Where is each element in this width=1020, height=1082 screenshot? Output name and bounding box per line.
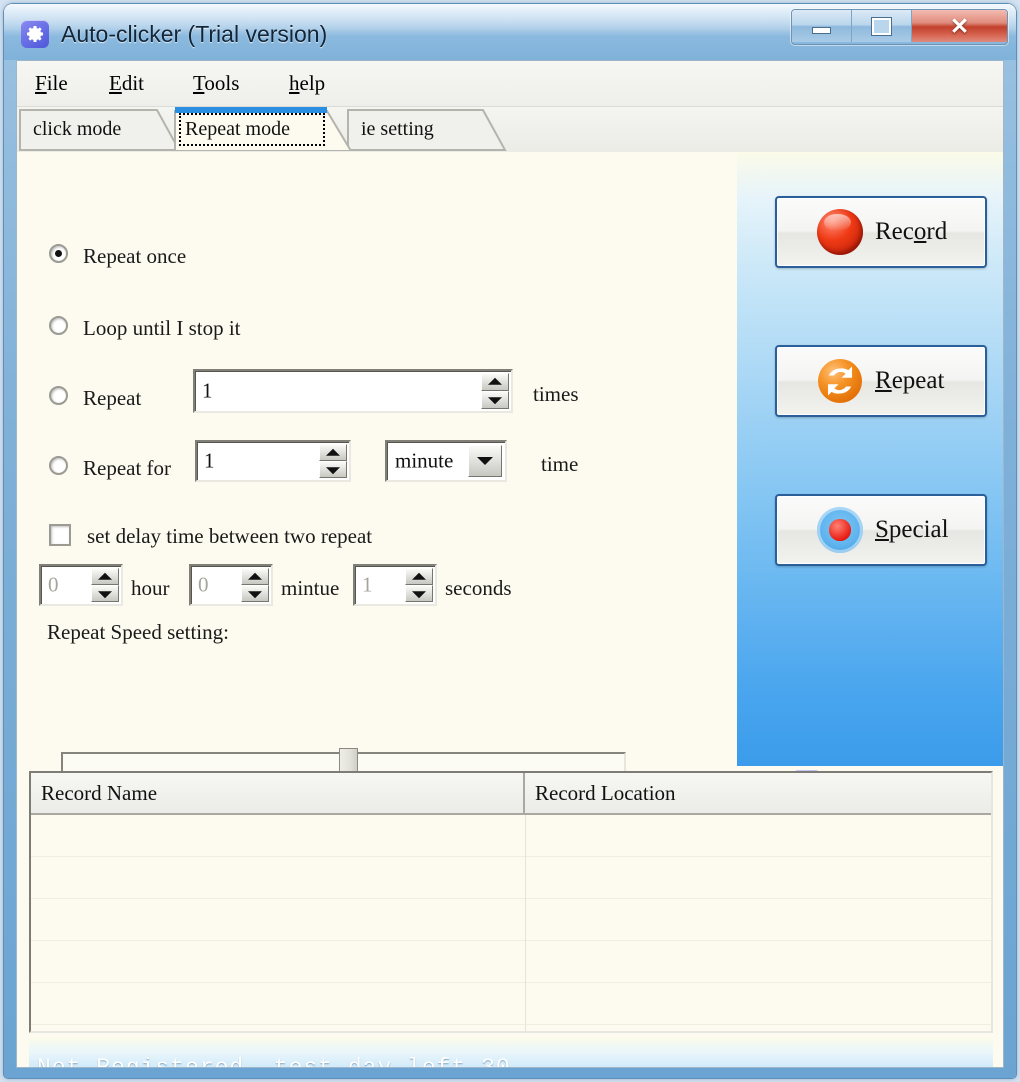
delay-hour-value: 0 [48, 572, 59, 597]
repeat-for-value: 1 [204, 448, 215, 473]
radio-label: Repeat for [83, 456, 172, 480]
application-window: Auto-clicker (Trial version) ✕ File Edit… [4, 4, 1016, 1078]
maximize-button[interactable] [852, 10, 912, 42]
repeat-for-suffix-label: time [541, 452, 579, 476]
spinner-up-button[interactable] [405, 568, 433, 585]
repeat-for-unit-combo[interactable]: minute [385, 440, 507, 482]
checkbox-indicator[interactable] [49, 524, 71, 546]
orange-refresh-circle-icon [817, 358, 863, 404]
table-row[interactable] [31, 983, 991, 1025]
spinner-down-button[interactable] [481, 391, 509, 409]
spinner-up-button[interactable] [91, 568, 119, 585]
close-button[interactable]: ✕ [912, 10, 1007, 42]
delay-hour-spinner[interactable]: 0 [39, 564, 123, 606]
menu-tools[interactable]: Tools [193, 71, 239, 96]
spinner-up-button[interactable] [481, 373, 509, 391]
repeat-times-suffix-label: times [533, 382, 579, 406]
spinner-down-button[interactable] [241, 585, 269, 602]
menu-edit[interactable]: Edit [109, 71, 144, 96]
action-panel: Record Repeat Special [737, 152, 1003, 797]
repeat-button-label: Repeat [875, 367, 945, 394]
spinner-buttons[interactable] [91, 568, 119, 602]
special-button-label: Special [875, 516, 949, 543]
status-text: Not Registered, test day left 30 [37, 1055, 511, 1068]
checkbox-label: set delay time between two repeat [87, 524, 373, 548]
delay-minute-label: mintue [281, 576, 340, 600]
record-button-label: Record [875, 218, 948, 245]
client-area: File Edit Tools help click mode Repeat m… [16, 60, 1004, 1068]
delay-seconds-spinner[interactable]: 1 [353, 564, 437, 606]
red-record-circle-icon [817, 209, 863, 255]
table-row[interactable] [31, 857, 991, 899]
radio-indicator[interactable] [49, 456, 68, 475]
repeat-for-unit-value: minute [395, 448, 454, 473]
column-header-record-name[interactable]: Record Name [31, 773, 525, 815]
repeat-mode-panel: Repeat once Loop until I stop it Repeat … [17, 152, 737, 838]
delay-minute-value: 0 [198, 572, 209, 597]
radio-repeat-once[interactable]: Repeat once [49, 244, 186, 269]
radio-indicator[interactable] [49, 244, 68, 263]
column-divider[interactable] [525, 815, 526, 1031]
table-row[interactable] [31, 815, 991, 857]
menu-file[interactable]: File [35, 71, 68, 96]
radio-label: Repeat once [83, 244, 187, 268]
maximize-icon [852, 10, 911, 42]
tab-click-mode[interactable]: click mode [19, 107, 181, 151]
records-list-body[interactable] [31, 815, 991, 1031]
radio-repeat-for[interactable]: Repeat for [49, 456, 171, 481]
spinner-down-button[interactable] [91, 585, 119, 602]
spinner-up-button[interactable] [241, 568, 269, 585]
radio-indicator[interactable] [49, 316, 68, 335]
delay-seconds-value: 1 [362, 572, 373, 597]
tab-label: ie setting [361, 118, 434, 140]
radio-label: Loop until I stop it [83, 316, 241, 340]
radio-indicator[interactable] [49, 386, 68, 405]
spinner-buttons[interactable] [319, 444, 347, 478]
radio-repeat-times[interactable]: Repeat [49, 386, 141, 411]
tab-repeat-mode[interactable]: Repeat mode [173, 107, 353, 151]
tab-label: Repeat mode [185, 118, 290, 140]
window-title: Auto-clicker (Trial version) [61, 21, 328, 47]
gear-icon [21, 20, 49, 48]
spinner-buttons[interactable] [481, 373, 509, 409]
spinner-up-button[interactable] [319, 444, 347, 461]
repeat-button[interactable]: Repeat [775, 345, 987, 417]
delay-minute-spinner[interactable]: 0 [189, 564, 273, 606]
records-list-header: Record Name Record Location [31, 773, 991, 815]
column-header-label: Record Location [535, 780, 676, 805]
table-row[interactable] [31, 941, 991, 983]
minimize-button[interactable] [792, 10, 852, 42]
special-button[interactable]: Special [775, 494, 987, 566]
repeat-times-value: 1 [202, 378, 213, 403]
record-button[interactable]: Record [775, 196, 987, 268]
blue-target-circle-icon [817, 507, 863, 553]
repeat-times-spinner[interactable]: 1 [193, 369, 513, 413]
window-controls: ✕ [791, 9, 1008, 45]
tab-strip: click mode Repeat mode ie setting [17, 107, 1003, 152]
table-row[interactable] [31, 899, 991, 941]
column-header-label: Record Name [41, 780, 158, 805]
repeat-for-spinner[interactable]: 1 [195, 440, 351, 482]
chevron-down-icon[interactable] [468, 445, 502, 477]
tab-ie-setting[interactable]: ie setting [347, 107, 507, 151]
radio-loop-until-stop[interactable]: Loop until I stop it [49, 316, 241, 341]
status-bar: Not Registered, test day left 30 [29, 1037, 993, 1068]
spinner-down-button[interactable] [405, 585, 433, 602]
title-bar: Auto-clicker (Trial version) ✕ [4, 4, 1016, 60]
menu-help[interactable]: help [289, 71, 325, 96]
spinner-buttons[interactable] [241, 568, 269, 602]
column-header-record-location[interactable]: Record Location [525, 773, 991, 815]
minimize-icon [792, 10, 851, 42]
menu-bar: File Edit Tools help [17, 61, 1003, 107]
delay-seconds-label: seconds [445, 576, 512, 600]
close-icon: ✕ [949, 12, 970, 39]
delay-hour-label: hour [131, 576, 170, 600]
spinner-down-button[interactable] [319, 461, 347, 478]
records-list[interactable]: Record Name Record Location [29, 771, 993, 1033]
tab-label: click mode [33, 118, 122, 140]
spinner-buttons[interactable] [405, 568, 433, 602]
radio-label: Repeat [83, 386, 142, 410]
speed-setting-title: Repeat Speed setting: [47, 620, 229, 644]
checkbox-set-delay[interactable]: set delay time between two repeat [49, 524, 372, 549]
